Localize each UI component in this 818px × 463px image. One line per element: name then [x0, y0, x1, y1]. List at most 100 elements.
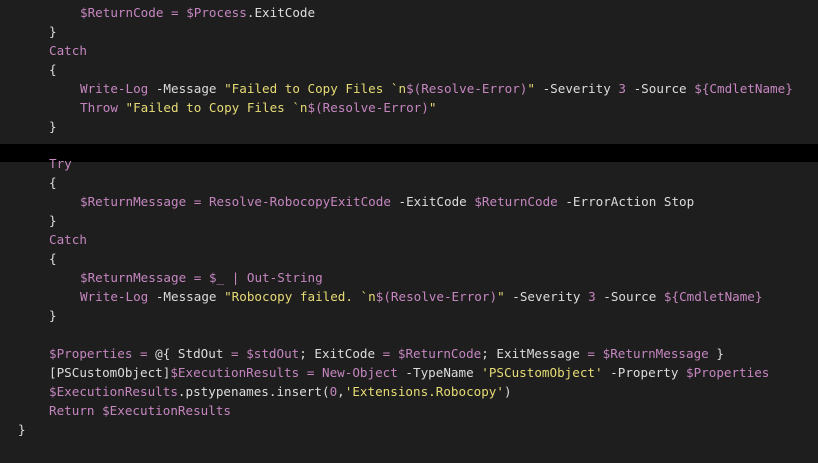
code-token: $ReturnMessage [602, 346, 709, 361]
code-line: $Properties = @{ StdOut = $stdOut; ExitC… [0, 344, 818, 363]
code-token: " [428, 100, 437, 115]
code-editor[interactable]: $ReturnCode = $Process.ExitCode} Catch { Wr… [0, 0, 818, 463]
code-token: $stdOut [246, 346, 300, 361]
code-token: } [18, 422, 26, 437]
code-token: -TypeName [397, 365, 482, 380]
code-token: -Property [602, 365, 686, 380]
code-token: $ExecutionResults [49, 384, 178, 399]
code-token: } [49, 308, 57, 323]
code-line: { [0, 249, 818, 268]
code-token: Return [49, 403, 95, 418]
code-token: " [497, 289, 505, 304]
code-token: ) [503, 384, 512, 399]
code-line: { [0, 173, 818, 192]
code-token: 3 [588, 289, 596, 304]
code-token: [PSCustomObject] [49, 365, 171, 380]
code-token: 'PSCustomObject' [481, 365, 603, 380]
code-token: @{ StdOut [147, 346, 231, 361]
code-token: -Severity [534, 81, 619, 96]
code-token: ${CmdletName} [694, 81, 793, 96]
code-token: = [140, 346, 148, 361]
code-line: Catch [0, 230, 818, 249]
code-token: -ErrorAction Stop [557, 194, 695, 209]
code-token: $ReturnCode [474, 194, 558, 209]
code-token: Resolve-RobocopyExitCode [208, 194, 391, 209]
code-line: } [0, 420, 818, 439]
code-token: .ExitCode [246, 5, 316, 20]
code-token: ; ExitMessage [481, 346, 588, 361]
code-token: } [49, 119, 57, 134]
code-token: $ExecutionResults [102, 403, 231, 418]
code-token: Catch [49, 43, 87, 58]
code-line: Write-Log -Message "Failed to Copy Files… [0, 79, 818, 98]
code-line: $ReturnCode = $Process.ExitCode [0, 3, 818, 22]
code-token: $(Resolve-Error) [406, 81, 528, 96]
code-token: .pstypenames.insert( [177, 384, 330, 399]
code-token: $ReturnMessage [80, 270, 187, 285]
code-token: } [708, 346, 724, 361]
code-token: 'Extensions.Robocopy' [344, 384, 504, 399]
code-token: $Properties [685, 365, 770, 380]
code-token: } [49, 24, 57, 39]
code-line: [PSCustomObject]$ExecutionResults = New-… [0, 363, 818, 382]
code-token: ${CmdletName} [663, 289, 763, 304]
code-token: $ReturnCode [397, 346, 482, 361]
code-line: } [0, 117, 818, 136]
code-token: = [587, 346, 596, 361]
code-block-bottom: Try { $ReturnMessage = Resolve-RobocopyExi… [0, 154, 818, 439]
code-token: { [49, 251, 57, 266]
code-token: New-Object [322, 365, 398, 380]
code-token: { [49, 62, 57, 77]
code-token: $ReturnMessage [80, 194, 187, 209]
code-token: -Severity [504, 289, 589, 304]
code-token: Catch [49, 232, 87, 247]
code-line: Throw "Failed to Copy Files `n$(Resolve-… [0, 98, 818, 117]
code-token: -Message [148, 289, 225, 304]
code-token: = [231, 346, 239, 361]
code-token: $Properties [49, 346, 133, 361]
code-token: -Message [148, 81, 225, 96]
code-token: $_ [208, 270, 225, 285]
code-line: } [0, 22, 818, 41]
code-line: $ReturnMessage = $_ | Out-String [0, 268, 818, 287]
code-token: "Robocopy failed. `n [224, 289, 376, 304]
code-token: Try [49, 156, 72, 171]
code-line: Catch [0, 41, 818, 60]
code-line: Try [0, 154, 818, 173]
code-token: $ExecutionResults [170, 365, 300, 380]
code-token: } [49, 213, 57, 228]
code-token: = [171, 5, 179, 20]
code-block-top: $ReturnCode = $Process.ExitCode} Catch { Wr… [0, 3, 818, 136]
code-line: $ExecutionResults.pstypenames.insert(0,'… [0, 382, 818, 401]
code-line: } [0, 306, 818, 325]
code-token: "Failed to Copy Files `n [224, 81, 407, 96]
code-line: $ReturnMessage = Resolve-RobocopyExitCod… [0, 192, 818, 211]
code-token: ; ExitCode [299, 346, 383, 361]
code-token: -ExitCode [390, 194, 475, 209]
code-token: Write-Log [80, 81, 149, 96]
code-token: { [49, 175, 57, 190]
code-token: $(Resolve-Error) [307, 100, 429, 115]
code-token: $Process [186, 5, 247, 20]
code-token: -Source [595, 289, 664, 304]
code-token: " [527, 81, 535, 96]
code-line: Write-Log -Message "Robocopy failed. `n$… [0, 287, 818, 306]
code-token: -Source [625, 81, 695, 96]
code-token: Throw [80, 100, 118, 115]
code-token: , [337, 384, 345, 399]
